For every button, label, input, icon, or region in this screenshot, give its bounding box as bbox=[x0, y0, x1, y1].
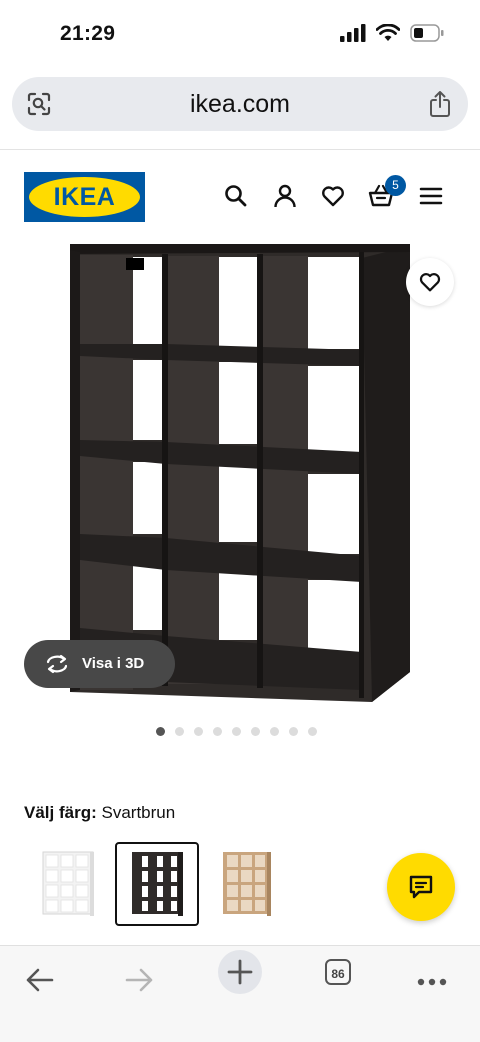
wifi-icon bbox=[376, 24, 400, 41]
pagination-dot[interactable] bbox=[289, 727, 298, 736]
account-icon[interactable] bbox=[272, 183, 298, 209]
black-brown-shelf-thumbnail bbox=[132, 852, 183, 916]
pagination-dot[interactable] bbox=[308, 727, 317, 736]
rotate-3d-icon bbox=[46, 654, 68, 674]
menu-icon[interactable] bbox=[418, 183, 444, 209]
ikea-logo[interactable]: IKEA bbox=[24, 172, 145, 222]
color-label: Välj färg: Svartbrun bbox=[24, 803, 175, 823]
status-icons bbox=[340, 24, 444, 42]
favorite-button[interactable] bbox=[406, 258, 454, 306]
white-shelf-thumbnail bbox=[42, 851, 94, 916]
site-header: IKEA 5 bbox=[0, 150, 480, 240]
color-label-key: Välj färg: bbox=[24, 803, 97, 822]
search-icon[interactable] bbox=[223, 183, 249, 209]
pagination-dot[interactable] bbox=[251, 727, 260, 736]
address-bar[interactable]: ikea.com bbox=[12, 77, 468, 131]
new-tab-button[interactable] bbox=[218, 950, 262, 994]
oak-shelf-thumbnail bbox=[223, 852, 271, 916]
color-swatch-white[interactable] bbox=[28, 842, 112, 926]
tabs-icon[interactable]: 86 bbox=[325, 959, 351, 985]
forward-icon[interactable] bbox=[115, 956, 163, 1004]
pagination-dot[interactable] bbox=[156, 727, 165, 736]
color-selected-value: Svartbrun bbox=[101, 803, 176, 822]
chat-button[interactable] bbox=[387, 853, 455, 921]
color-swatch-black-brown[interactable] bbox=[115, 842, 199, 926]
battery-icon bbox=[410, 24, 444, 42]
heart-icon[interactable] bbox=[320, 183, 346, 209]
signal-icon bbox=[340, 24, 366, 42]
cart-count-badge: 5 bbox=[385, 175, 406, 196]
more-icon[interactable] bbox=[408, 956, 456, 1004]
browser-toolbar: 86 bbox=[0, 945, 480, 1042]
chat-icon bbox=[409, 875, 433, 899]
status-time: 21:29 bbox=[60, 22, 116, 45]
pagination-dot[interactable] bbox=[194, 727, 203, 736]
logo-text: IKEA bbox=[53, 183, 116, 211]
pagination-dot[interactable] bbox=[213, 727, 222, 736]
back-icon[interactable] bbox=[16, 956, 64, 1004]
image-pagination bbox=[156, 727, 317, 736]
pagination-dot[interactable] bbox=[270, 727, 279, 736]
view-3d-label: Visa i 3D bbox=[82, 655, 145, 672]
new-tab-icon bbox=[227, 959, 253, 985]
status-bar: 21:29 bbox=[0, 0, 480, 70]
pagination-dot[interactable] bbox=[232, 727, 241, 736]
share-icon[interactable] bbox=[428, 90, 452, 118]
pagination-dot[interactable] bbox=[175, 727, 184, 736]
heart-icon bbox=[419, 273, 441, 292]
color-swatch-oak[interactable] bbox=[205, 842, 289, 926]
url-text[interactable]: ikea.com bbox=[12, 90, 468, 119]
view-3d-button[interactable]: Visa i 3D bbox=[24, 640, 175, 688]
